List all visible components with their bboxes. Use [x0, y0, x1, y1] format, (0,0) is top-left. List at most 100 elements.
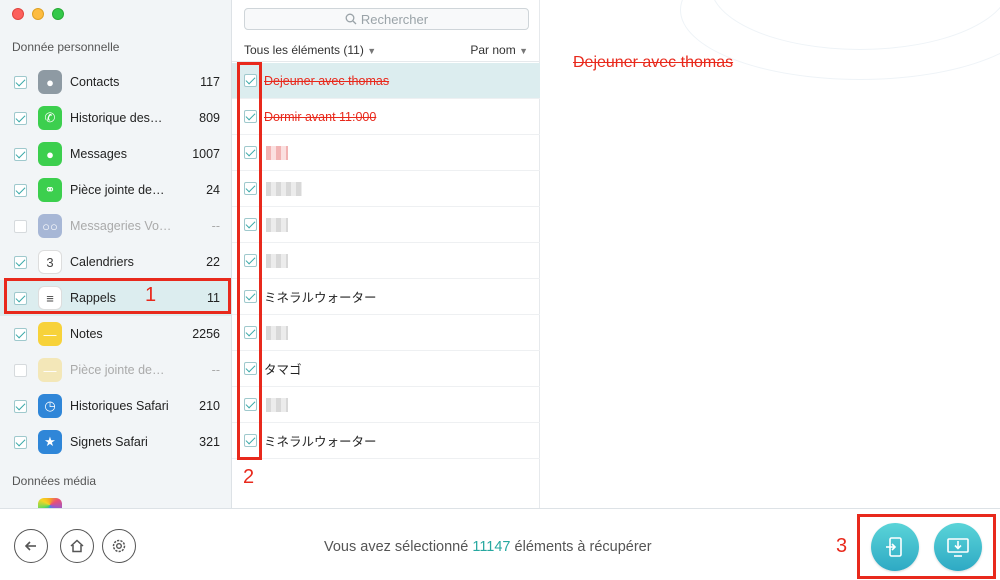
- gear-icon: [112, 539, 126, 553]
- item-title: Dejeuner avec thomas: [264, 73, 390, 88]
- list-item[interactable]: Dormir avant 11:000: [232, 99, 540, 135]
- category-label: Signets Safari: [70, 435, 148, 449]
- filter-label: Tous les éléments (11): [244, 43, 364, 57]
- category-count: 24: [206, 183, 220, 197]
- category-count: 1007: [192, 147, 220, 161]
- list-item[interactable]: ミネラルウォーター: [232, 279, 540, 315]
- category-count: --: [211, 363, 220, 377]
- category-checkbox[interactable]: [14, 363, 27, 377]
- list-header: Tous les éléments (11) ▼ Par nom ▼: [232, 36, 540, 62]
- sidebar: Donnée personnelle ● Contacts 117 ✆ Historiq…: [0, 0, 232, 508]
- redacted-text: [266, 217, 288, 232]
- category-label: Messageries Vo…: [70, 219, 170, 233]
- category-count: 2256: [192, 327, 220, 341]
- sort-label: Par nom: [470, 43, 516, 57]
- list-item[interactable]: [232, 315, 540, 351]
- item-title: タマゴ: [264, 363, 302, 377]
- sidebar-item-voicemail[interactable]: ○○ Messageries Vo… --: [0, 208, 231, 244]
- category-count: 809: [199, 111, 220, 125]
- redacted-text: [266, 397, 288, 412]
- category-checkbox[interactable]: [14, 147, 27, 161]
- category-checkbox[interactable]: [14, 75, 27, 89]
- to-computer-icon: [947, 538, 969, 557]
- sidebar-item-note-attachment[interactable]: — Pièce jointe de… --: [0, 352, 231, 388]
- list-item[interactable]: Dejeuner avec thomas: [232, 63, 540, 99]
- home-icon: [70, 539, 84, 553]
- arrow-left-icon: [24, 541, 36, 551]
- minimize-window-button[interactable]: [32, 8, 44, 20]
- category-checkbox[interactable]: [14, 435, 27, 449]
- sort-dropdown[interactable]: Par nom ▼: [470, 43, 528, 57]
- window-controls: [12, 8, 64, 20]
- category-checkbox[interactable]: [14, 255, 27, 269]
- category-count: --: [211, 219, 220, 233]
- redacted-text: [266, 325, 288, 340]
- list-item[interactable]: [232, 135, 540, 171]
- app-window: Donnée personnelle ● Contacts 117 ✆ Historiq…: [0, 0, 1000, 580]
- sidebar-item-safari-history[interactable]: ◷ Historiques Safari 210: [0, 388, 231, 424]
- item-title: Dormir avant 11:000: [264, 109, 377, 124]
- annotation-number-1: 1: [145, 284, 157, 306]
- messages-icon: ●: [38, 142, 62, 166]
- recover-to-computer-button[interactable]: [934, 523, 982, 571]
- close-window-button[interactable]: [12, 8, 24, 20]
- footer-bar: Vous avez sélectionné 11147 éléments à r…: [0, 508, 1000, 580]
- sidebar-item-calendar[interactable]: 3 Calendriers 22: [0, 244, 231, 280]
- annotation-box-2: [237, 62, 262, 460]
- sidebar-item-messages[interactable]: ● Messages 1007: [0, 136, 231, 172]
- sidebar-item-phone[interactable]: ✆ Historique des… 809: [0, 100, 231, 136]
- note-attachment-icon: —: [38, 358, 62, 382]
- contacts-icon: ●: [38, 70, 62, 94]
- search-input[interactable]: Rechercher: [244, 8, 529, 30]
- chevron-down-icon: ▼: [519, 46, 528, 56]
- category-label: Notes: [70, 327, 103, 341]
- list-item[interactable]: [232, 207, 540, 243]
- search-placeholder: Rechercher: [360, 11, 429, 27]
- category-label: Historiques Safari: [70, 399, 169, 413]
- section-title-personal: Donnée personnelle: [12, 40, 120, 54]
- sidebar-item-safari-bookmarks[interactable]: ★ Signets Safari 321: [0, 424, 231, 460]
- category-checkbox[interactable]: [14, 111, 27, 125]
- annotation-box-1: [4, 278, 231, 314]
- home-button[interactable]: [60, 529, 94, 563]
- redacted-text: [266, 145, 288, 160]
- list-item[interactable]: [232, 243, 540, 279]
- settings-button[interactable]: [102, 529, 136, 563]
- category-label: Pièce jointe de…: [70, 183, 165, 197]
- sidebar-item-notes[interactable]: — Notes 2256: [0, 316, 231, 352]
- chevron-down-icon: ▼: [367, 46, 377, 56]
- safari-history-icon: ◷: [38, 394, 62, 418]
- item-title: ミネラルウォーター: [264, 291, 377, 305]
- status-suffix: éléments à récupérer: [510, 539, 652, 555]
- category-label: Messages: [70, 147, 127, 161]
- status-prefix: Vous avez sélectionné: [324, 539, 473, 555]
- search-icon: [345, 13, 357, 25]
- list-item[interactable]: [232, 387, 540, 423]
- category-count: 117: [200, 75, 220, 89]
- to-device-icon: [886, 537, 902, 557]
- category-checkbox[interactable]: [14, 183, 27, 197]
- voicemail-icon: ○○: [38, 214, 62, 238]
- back-button[interactable]: [14, 529, 48, 563]
- recover-to-device-button[interactable]: [871, 523, 919, 571]
- category-label: Contacts: [70, 75, 120, 89]
- item-title: ミネラルウォーター: [264, 435, 377, 449]
- selection-status: Vous avez sélectionné 11147 éléments à r…: [324, 539, 652, 555]
- sidebar-item-attachment[interactable]: ⚭ Pièce jointe de… 24: [0, 172, 231, 208]
- list-item[interactable]: [232, 171, 540, 207]
- category-count: 22: [206, 255, 220, 269]
- safari-bookmarks-icon: ★: [38, 430, 62, 454]
- list-item[interactable]: タマゴ: [232, 351, 540, 387]
- sidebar-item-contacts[interactable]: ● Contacts 117: [0, 64, 231, 100]
- phone-icon: ✆: [38, 106, 62, 130]
- item-list-panel: Rechercher Tous les éléments (11) ▼ Par …: [232, 0, 540, 508]
- category-checkbox[interactable]: [14, 327, 27, 341]
- calendar-icon: 3: [38, 250, 62, 274]
- list-item[interactable]: ミネラルウォーター: [232, 423, 540, 459]
- maximize-window-button[interactable]: [52, 8, 64, 20]
- category-label: Historique des…: [70, 111, 163, 125]
- category-checkbox[interactable]: [14, 399, 27, 413]
- category-checkbox[interactable]: [14, 219, 27, 233]
- annotation-number-2: 2: [243, 466, 255, 488]
- filter-dropdown[interactable]: Tous les éléments (11) ▼: [244, 43, 376, 57]
